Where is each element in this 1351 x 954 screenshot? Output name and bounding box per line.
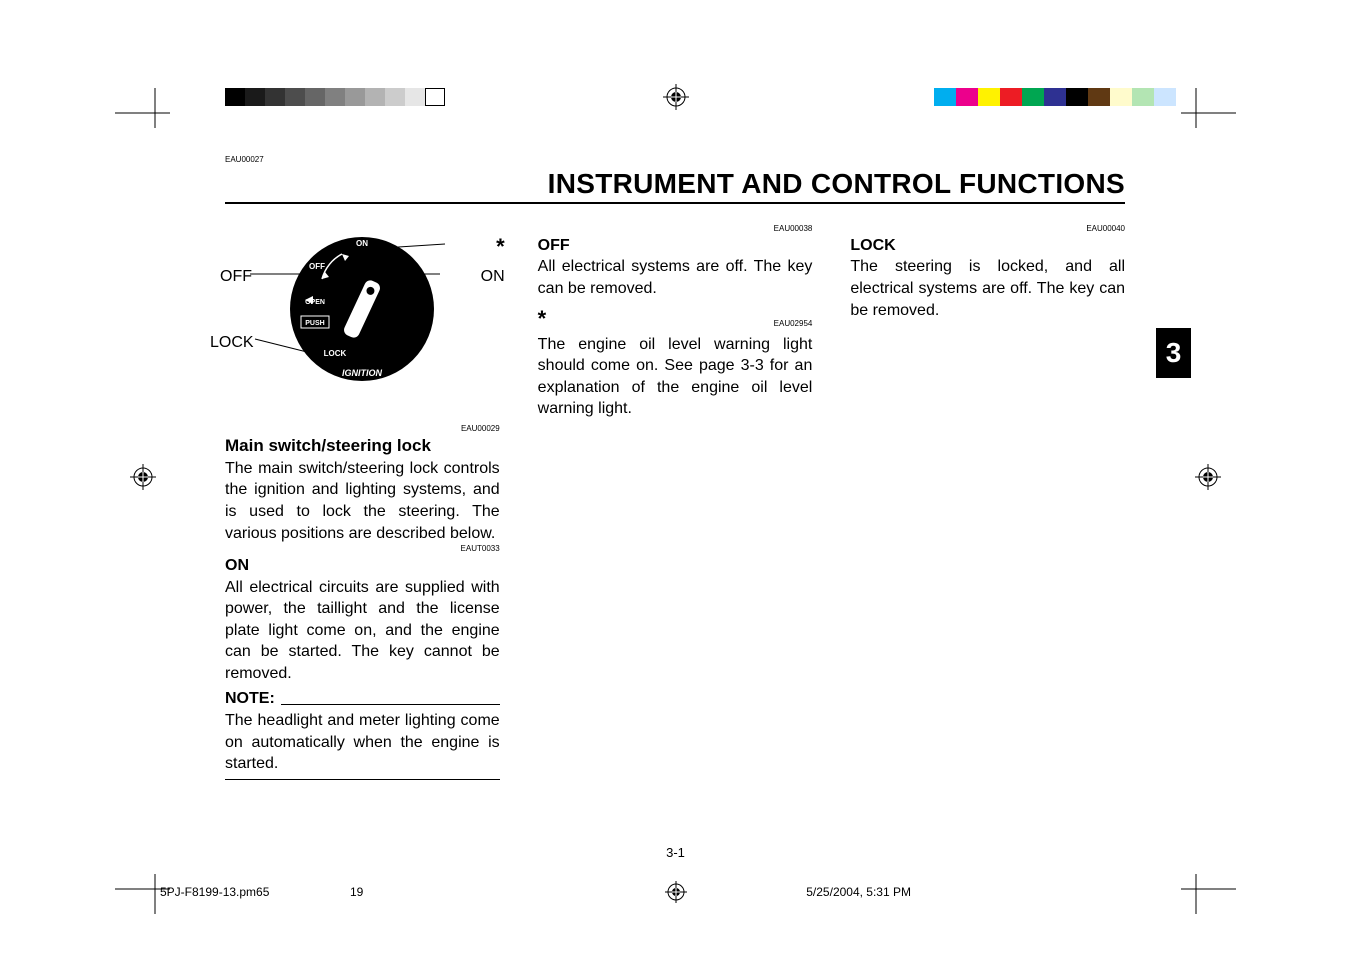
ignition-pointer-lock: LOCK <box>210 332 254 354</box>
column-3: EAU00040 LOCK The steering is locked, an… <box>850 224 1125 780</box>
ignition-label-on: ON <box>356 239 368 248</box>
header-code: EAU00027 <box>225 155 1125 164</box>
ignition-label-ignition: IGNITION <box>342 368 382 378</box>
star-marker: * <box>538 308 547 330</box>
ignition-star-marker: * <box>496 232 505 262</box>
color-calibration-strip <box>934 88 1176 106</box>
lock-text: The steering is locked, and all electric… <box>850 256 1125 321</box>
page-number: 3-1 <box>666 845 685 860</box>
grayscale-calibration-strip <box>225 88 445 106</box>
crop-mark-top-left <box>115 88 175 128</box>
footer-filename: 5PJ-F8199-13.pm65 <box>160 885 269 899</box>
on-heading: ON <box>225 555 500 577</box>
registration-mark-left <box>130 464 156 490</box>
lock-heading: LOCK <box>850 235 1125 257</box>
section-code-2: EAUT0033 <box>225 544 500 555</box>
ignition-switch-figure: ON OFF OPEN PUSH LOCK IGNITION * ON <box>225 224 500 404</box>
ignition-label-off: OFF <box>309 262 325 271</box>
section-code-1: EAU00029 <box>225 424 500 435</box>
section-code-lock: EAU00040 <box>850 224 1125 235</box>
registration-mark-right <box>1195 464 1221 490</box>
off-heading: OFF <box>538 235 813 257</box>
page-title: INSTRUMENT AND CONTROL FUNCTIONS <box>225 168 1125 204</box>
page-content: EAU00027 INSTRUMENT AND CONTROL FUNCTION… <box>225 155 1125 780</box>
content-columns: ON OFF OPEN PUSH LOCK IGNITION * ON <box>225 224 1125 780</box>
note-label: NOTE: <box>225 688 275 710</box>
star-text: The engine oil level warning light shoul… <box>538 334 813 420</box>
column-2: EAU00038 OFF All electrical systems are … <box>538 224 813 780</box>
chapter-tab: 3 <box>1156 328 1191 378</box>
footer-page: 19 <box>350 885 363 899</box>
registration-mark-top <box>663 84 689 110</box>
ignition-label-push: PUSH <box>306 320 325 327</box>
section-code-off: EAU00038 <box>538 224 813 235</box>
note-bottom-rule <box>225 779 500 780</box>
footer: 5PJ-F8199-13.pm65 19 5/25/2004, 5:31 PM <box>160 885 1191 899</box>
on-text: All electrical circuits are supplied wit… <box>225 577 500 685</box>
main-switch-text: The main switch/steering lock controls t… <box>225 458 500 544</box>
crop-mark-top-right <box>1176 88 1236 128</box>
off-text: All electrical systems are off. The key … <box>538 256 813 299</box>
section-code-star: EAU02954 <box>774 319 813 330</box>
note-text: The headlight and meter lighting come on… <box>225 710 500 775</box>
main-switch-heading: Main switch/steering lock <box>225 435 500 458</box>
ignition-label-lock: LOCK <box>324 349 347 358</box>
column-1: ON OFF OPEN PUSH LOCK IGNITION * ON <box>225 224 500 780</box>
ignition-pointer-off: OFF <box>220 266 252 288</box>
registration-mark-bottom <box>665 881 687 903</box>
ignition-pointer-on: ON <box>481 266 505 288</box>
footer-datetime: 5/25/2004, 5:31 PM <box>806 885 911 899</box>
